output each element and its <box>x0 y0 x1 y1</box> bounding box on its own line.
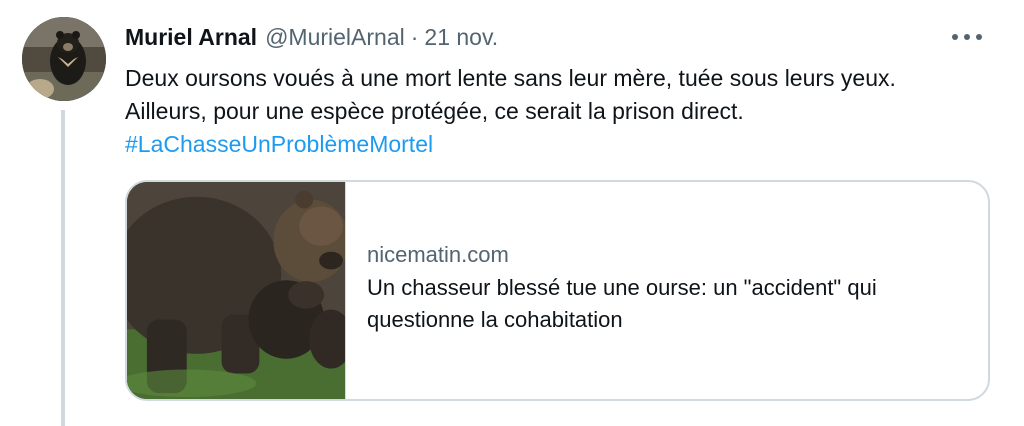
author-name[interactable]: Muriel Arnal <box>125 22 257 52</box>
hashtag-link[interactable]: #LaChasseUnProblèmeMortel <box>125 128 995 161</box>
tweet-text-line: Ailleurs, pour une espèce protégée, ce s… <box>125 98 744 124</box>
card-title[interactable]: Un chasseur blessé tue une ourse: un "ac… <box>367 272 967 336</box>
more-dot <box>964 34 970 40</box>
tweet-text-line: Deux oursons voués à une mort lente sans… <box>125 65 896 91</box>
card-domain: nicematin.com <box>367 242 509 267</box>
tweet-text: Deux oursons voués à une mort lente sans… <box>125 62 995 161</box>
thread-line <box>61 110 65 426</box>
more-dot <box>952 34 958 40</box>
card-image[interactable] <box>127 182 346 399</box>
author-handle[interactable]: @MurielArnal <box>265 22 405 52</box>
avatar-image <box>22 17 106 101</box>
tweet[interactable]: Muriel Arnal @MurielArnal · 21 nov. Deux… <box>0 0 1024 426</box>
tweet-header: Muriel Arnal @MurielArnal · 21 nov. <box>125 22 498 52</box>
bear-photo <box>127 182 345 399</box>
card-body: nicematin.com Un chasseur blessé tue une… <box>346 182 967 399</box>
more-dot <box>976 34 982 40</box>
avatar[interactable] <box>22 17 106 101</box>
tweet-date[interactable]: 21 nov. <box>424 22 498 52</box>
link-card[interactable]: nicematin.com Un chasseur blessé tue une… <box>125 180 990 401</box>
header-separator: · <box>410 24 419 50</box>
more-horizontal-icon[interactable] <box>952 28 982 46</box>
